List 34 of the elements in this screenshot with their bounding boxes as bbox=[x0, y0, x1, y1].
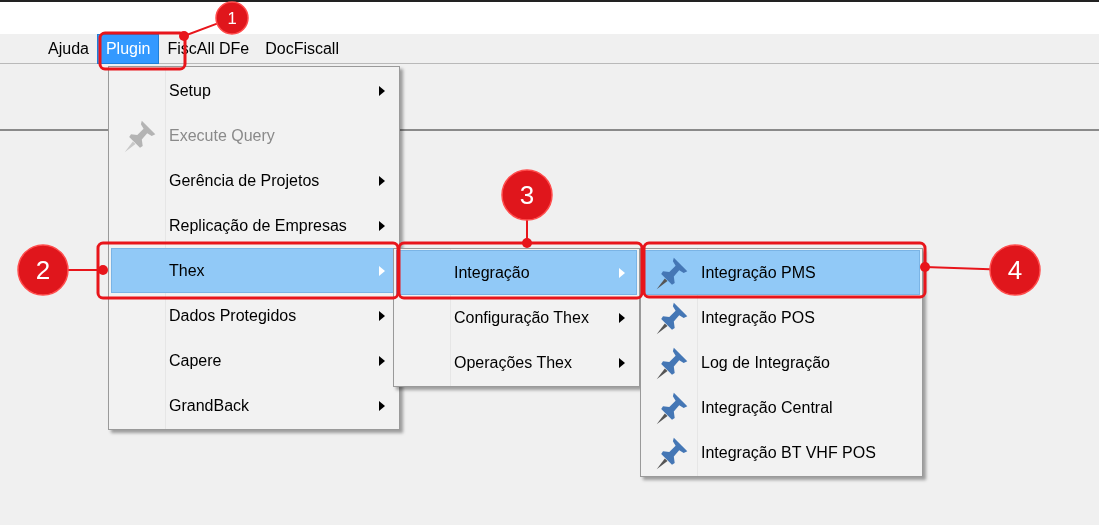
leader-line bbox=[920, 262, 991, 272]
submenu-arrow-icon bbox=[379, 355, 385, 366]
menu-item[interactable]: Dados Protegidos bbox=[111, 293, 397, 338]
menu-item[interactable]: Gerência de Projetos bbox=[111, 158, 397, 203]
submenu-arrow-icon bbox=[619, 267, 625, 278]
submenu-arrow-icon bbox=[379, 310, 385, 321]
menu-item[interactable]: Integração POS bbox=[643, 295, 920, 340]
submenu-arrow-icon bbox=[379, 265, 385, 276]
submenu-arrow-icon bbox=[619, 312, 625, 323]
leader-line bbox=[67, 265, 108, 275]
menu-item[interactable]: Capere bbox=[111, 338, 397, 383]
menu-item[interactable]: Operações Thex bbox=[396, 340, 637, 385]
callout-badge: 3 bbox=[501, 169, 553, 221]
submenu-arrow-icon bbox=[379, 220, 385, 231]
submenu-arrow-icon bbox=[619, 357, 625, 368]
callout-badge: 1 bbox=[215, 1, 249, 35]
menu-item[interactable]: Replicação de Empresas bbox=[111, 203, 397, 248]
menu-item[interactable]: Integração Central bbox=[643, 385, 920, 430]
menu-bar-item[interactable]: Ajuda bbox=[40, 34, 97, 63]
menu-item[interactable]: Log de Integração bbox=[643, 340, 920, 385]
menu-item[interactable]: GrandBack bbox=[111, 383, 397, 428]
callout-badge: 2 bbox=[17, 244, 69, 296]
menu-bar-item[interactable]: DocFiscall bbox=[257, 34, 347, 63]
leader-line bbox=[522, 219, 532, 248]
submenu-arrow-icon bbox=[379, 400, 385, 411]
menu-item[interactable]: Setup bbox=[111, 68, 397, 113]
menu-item[interactable]: Integração BT VHF POS bbox=[643, 430, 920, 475]
menu-item[interactable]: Configuração Thex bbox=[396, 295, 637, 340]
submenu-arrow-icon bbox=[379, 175, 385, 186]
menu-item[interactable]: Integração bbox=[396, 250, 637, 295]
callout-badge: 4 bbox=[989, 244, 1041, 296]
menu-item[interactable]: Integração PMS bbox=[643, 250, 920, 295]
submenu-arrow-icon bbox=[379, 85, 385, 96]
leader-line bbox=[179, 22, 218, 41]
